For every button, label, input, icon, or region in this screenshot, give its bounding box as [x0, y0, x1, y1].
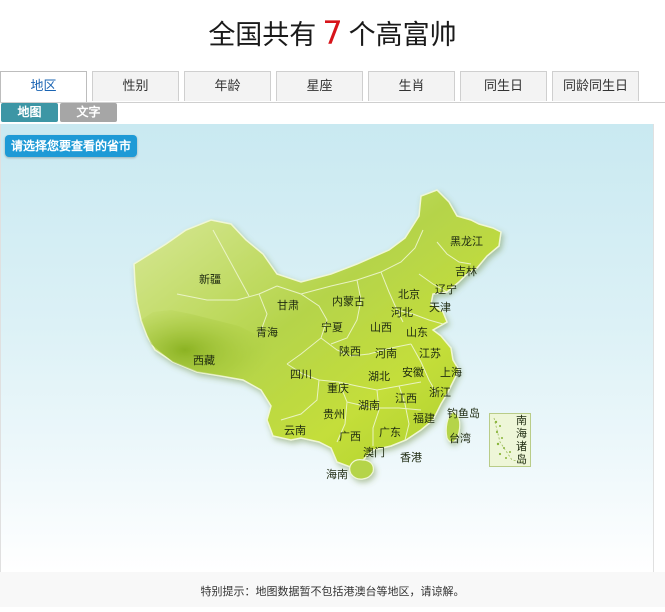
province-label-hubei[interactable]: 湖北: [368, 370, 390, 383]
tab-zodiac[interactable]: 星座: [276, 71, 363, 101]
province-label-hunan[interactable]: 湖南: [358, 399, 380, 412]
china-map[interactable]: [1, 124, 653, 572]
province-label-hebei[interactable]: 河北: [391, 306, 413, 319]
province-label-qinghai[interactable]: 青海: [256, 326, 278, 339]
province-label-gansu[interactable]: 甘肃: [277, 299, 299, 312]
province-label-taiwan[interactable]: 台湾: [449, 432, 471, 445]
province-label-jiangsu[interactable]: 江苏: [419, 347, 441, 360]
province-label-neimenggu[interactable]: 内蒙古: [332, 295, 365, 308]
category-tabs: 地区 性别 年龄 星座 生肖 同生日 同龄同生日: [0, 71, 665, 103]
province-label-tianjin[interactable]: 天津: [429, 301, 451, 314]
province-label-sichuan[interactable]: 四川: [290, 368, 312, 381]
headline-count: 7: [322, 14, 343, 52]
tab-age[interactable]: 年龄: [184, 71, 271, 101]
headline-prefix: 全国共有: [208, 20, 317, 51]
province-label-shaanxi[interactable]: 陕西: [339, 345, 361, 358]
tab-chinese-zodiac[interactable]: 生肖: [368, 71, 455, 101]
headline-suffix: 个高富帅: [348, 20, 457, 51]
tab-same-birthday[interactable]: 同生日: [460, 71, 547, 101]
province-label-guangxi[interactable]: 广西: [339, 430, 361, 443]
province-label-chongqing[interactable]: 重庆: [327, 382, 349, 395]
south-china-sea-label[interactable]: 南海诸岛: [516, 414, 530, 466]
province-label-macau[interactable]: 澳门: [363, 446, 385, 459]
province-label-xizang[interactable]: 西藏: [193, 354, 215, 367]
province-label-shanghai[interactable]: 上海: [440, 366, 462, 379]
province-label-xinjiang[interactable]: 新疆: [199, 273, 221, 286]
province-label-heilongjiang[interactable]: 黑龙江: [450, 235, 483, 248]
province-label-fujian[interactable]: 福建: [413, 412, 435, 425]
province-label-jiangxi[interactable]: 江西: [395, 392, 417, 405]
province-label-henan[interactable]: 河南: [375, 347, 397, 360]
map-panel: 请选择您要查看的省市 黑龙江 吉林 辽宁 内蒙古 北京 天津 河北 新疆 甘肃 …: [0, 124, 654, 572]
tab-gender[interactable]: 性别: [92, 71, 179, 101]
province-label-yunnan[interactable]: 云南: [284, 424, 306, 437]
province-label-shanxi[interactable]: 山西: [370, 321, 392, 334]
province-label-ningxia[interactable]: 宁夏: [321, 321, 343, 334]
china-landmass: [133, 189, 502, 480]
province-label-hainan[interactable]: 海南: [326, 468, 348, 481]
subtab-map[interactable]: 地图: [1, 103, 58, 122]
footer-note: 特别提示：地图数据暂不包括港澳台等地区，请谅解。: [0, 572, 665, 607]
province-label-diaoyudao[interactable]: 钓鱼岛: [447, 407, 480, 420]
tab-region[interactable]: 地区: [0, 71, 87, 103]
province-label-zhejiang[interactable]: 浙江: [429, 386, 451, 399]
page-headline: 全国共有 7 个高富帅: [0, 10, 665, 56]
tab-same-age-birthday[interactable]: 同龄同生日: [552, 71, 639, 101]
province-label-guizhou[interactable]: 贵州: [323, 408, 345, 421]
province-label-anhui[interactable]: 安徽: [402, 366, 424, 379]
province-select-button[interactable]: 请选择您要查看的省市: [5, 135, 138, 157]
province-label-liaoning[interactable]: 辽宁: [435, 283, 457, 296]
province-label-jilin[interactable]: 吉林: [455, 265, 477, 278]
province-label-hongkong[interactable]: 香港: [400, 451, 422, 464]
province-label-shandong[interactable]: 山东: [406, 326, 428, 339]
province-label-guangdong[interactable]: 广东: [379, 426, 401, 439]
province-label-beijing[interactable]: 北京: [398, 288, 420, 301]
subtab-text[interactable]: 文字: [60, 103, 117, 122]
